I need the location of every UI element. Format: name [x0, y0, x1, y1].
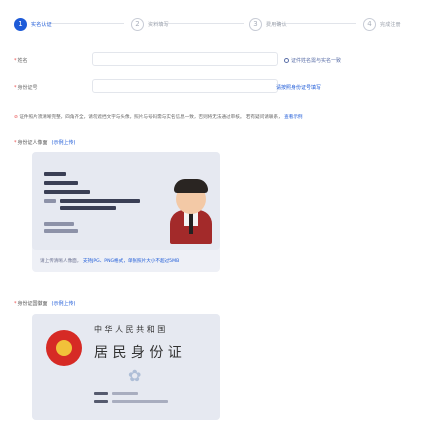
- required-mark: *: [14, 300, 17, 307]
- required-mark: *: [14, 139, 17, 146]
- warning-icon: ⊘: [14, 115, 18, 120]
- step-label: 资料填写: [148, 21, 169, 28]
- card-text-line: [94, 392, 108, 395]
- card-text-line: [44, 172, 66, 176]
- card-text-line: [112, 400, 168, 403]
- step-connector: [276, 23, 356, 24]
- card-text-line: [112, 392, 138, 395]
- notice-text-b: 若有疑问请联系，: [245, 115, 283, 120]
- step-number: 2: [131, 17, 144, 31]
- id-hint-link[interactable]: 请按照身份证号填写: [276, 84, 321, 91]
- front-section-title: * 身份证人像面 (示例上传): [14, 139, 76, 147]
- step-number: 1: [14, 17, 27, 31]
- step-2[interactable]: 2 资料填写: [131, 14, 169, 34]
- info-icon: [284, 58, 289, 63]
- card-type: 居 民 身 份 证: [94, 345, 182, 361]
- card-text-line: [94, 400, 108, 403]
- name-hint: 证件姓名需与实名一致: [284, 57, 341, 64]
- card-text-line: [60, 206, 116, 210]
- upload-notice: ⊘ 证件照片须清晰完整，四角齐全，请勿遮挡文字与头像，照片与号码需与实名信息一致…: [14, 114, 424, 120]
- id-number-input[interactable]: [92, 79, 278, 93]
- front-caption-a: 请上传清晰人像面，: [40, 259, 82, 264]
- back-title: 身份证国徽面: [17, 301, 48, 307]
- emblem-star: [56, 340, 72, 356]
- registration-stepper: 1 实名认证 2 资料填写 3 费用确认 4 完成注册: [14, 14, 424, 34]
- back-title-sub: (示例上传): [51, 301, 76, 307]
- step-4[interactable]: 4 完成注册: [363, 14, 401, 34]
- id-number-row: * 身份证号: [14, 84, 38, 92]
- front-title-sub: (示例上传): [51, 140, 76, 146]
- step-label: 费用确认: [266, 21, 287, 28]
- portrait-tie: [189, 212, 193, 234]
- back-section-title: * 身份证国徽面 (示例上传): [14, 300, 76, 308]
- front-title: 身份证人像面: [17, 140, 48, 146]
- step-1[interactable]: 1 实名认证: [14, 14, 52, 34]
- id-front-preview: [32, 152, 220, 250]
- step-connector: [44, 23, 124, 24]
- name-label: 姓名: [17, 58, 28, 64]
- name-row: * 姓名: [14, 57, 28, 65]
- portrait-hair: [174, 179, 208, 193]
- card-text-line: [44, 190, 90, 194]
- card-text-line: [44, 222, 74, 226]
- id-number-label: 身份证号: [17, 85, 38, 91]
- card-country: 中 华 人 民 共 和 国: [94, 325, 166, 334]
- required-mark: *: [14, 84, 17, 91]
- card-text-line: [44, 229, 78, 233]
- id-front-upload[interactable]: 请上传清晰人像面， 支持JPG、PNG格式，单张照片大小不超过5MB: [32, 152, 220, 272]
- step-label: 完成注册: [380, 21, 401, 28]
- front-caption-b: 支持JPG、PNG格式，单张照片大小不超过5MB: [82, 259, 180, 264]
- step-number: 4: [363, 17, 376, 31]
- front-caption: 请上传清晰人像面， 支持JPG、PNG格式，单张照片大小不超过5MB: [40, 258, 179, 264]
- required-mark: *: [14, 57, 17, 64]
- card-text-line: [44, 199, 56, 203]
- step-label: 实名认证: [31, 21, 52, 28]
- name-hint-text: 证件姓名需与实名一致: [291, 58, 342, 64]
- card-text-line: [60, 199, 140, 203]
- notice-text: 证件照片须清晰完整，四角齐全，请勿遮挡文字与头像，照片与号码需与实名信息一致，否…: [19, 115, 245, 120]
- card-text-line: [44, 181, 78, 185]
- watermark-icon: ✿: [128, 366, 142, 385]
- step-number: 3: [249, 17, 262, 31]
- view-example-link[interactable]: 查看示例: [284, 115, 302, 120]
- name-input[interactable]: [92, 52, 278, 66]
- id-back-preview: 中 华 人 民 共 和 国 居 民 身 份 证 ✿: [32, 314, 220, 420]
- id-back-upload[interactable]: 中 华 人 民 共 和 国 居 民 身 份 证 ✿: [32, 314, 220, 420]
- step-3[interactable]: 3 费用确认: [249, 14, 287, 34]
